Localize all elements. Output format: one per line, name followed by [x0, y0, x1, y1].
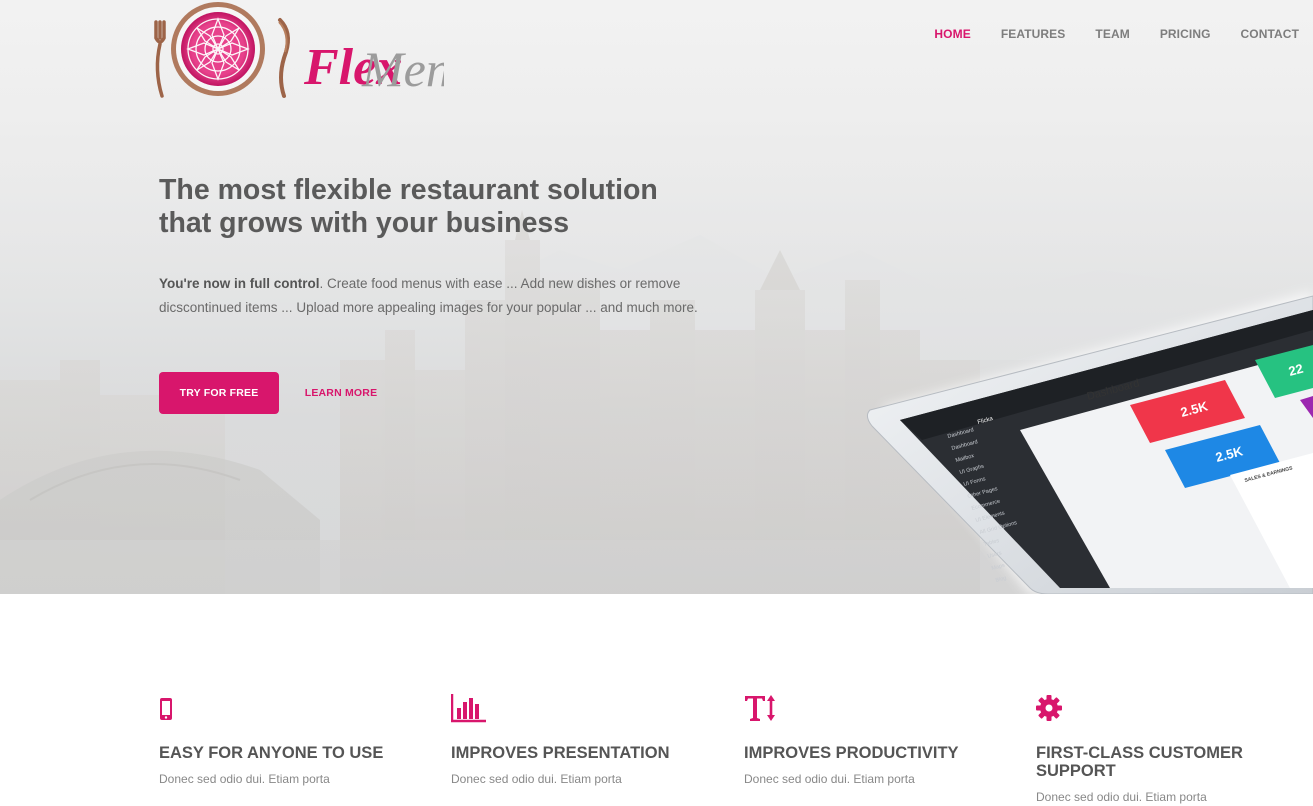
feature-title: IMPROVES PRODUCTIVITY — [744, 744, 959, 762]
nav-team[interactable]: TEAM — [1080, 26, 1144, 42]
feature-title: EASY FOR ANYONE TO USE — [159, 744, 384, 762]
svg-text:Blog: Blog — [995, 575, 1007, 584]
nav-features[interactable]: FEATURES — [986, 26, 1081, 42]
mobile-phone-icon — [159, 690, 419, 724]
feature-text: Donec sed odio dui. Etiam porta — [451, 772, 622, 786]
hero-lead-bold: You're now in full control — [159, 276, 320, 291]
hero-headline-line1: The most flexible restaurant solution — [159, 174, 658, 206]
feature-easy-to-use: EASY FOR ANYONE TO USE Donec sed odio du… — [159, 690, 419, 788]
feature-title: FIRST-CLASS CUSTOMER SUPPORT — [1036, 744, 1243, 780]
feature-text: Donec sed odio dui. Etiam porta — [1036, 790, 1207, 804]
nav-contact[interactable]: CONTACT — [1226, 26, 1299, 42]
logo-wordmark-menu: Menu — [361, 41, 444, 97]
hero-lead-paragraph: You're now in full control. Create food … — [159, 272, 699, 320]
hero-headline-line2: that grows with your business — [159, 207, 570, 239]
flex-menu-logo[interactable]: Flex Menu — [144, 0, 476, 100]
nav-home[interactable]: HOME — [919, 26, 985, 42]
svg-text:Users: Users — [987, 550, 1003, 560]
text-height-icon — [744, 690, 1004, 724]
feature-customer-support: FIRST-CLASS CUSTOMER SUPPORT Donec sed o… — [1036, 690, 1266, 806]
logo-image: Flex Menu — [154, 2, 476, 98]
feature-improves-productivity: IMPROVES PRODUCTIVITY Donec sed odio dui… — [744, 690, 1004, 788]
main-navigation: HOME FEATURES TEAM PRICING CONTACT — [919, 26, 1299, 42]
bar-chart-icon — [450, 690, 711, 724]
feature-text: Donec sed odio dui. Etiam porta — [744, 772, 915, 786]
hero-headline: The most flexible restaurant solution th… — [159, 174, 719, 240]
try-for-free-button[interactable]: TRY FOR FREE — [159, 372, 279, 414]
nav-pricing[interactable]: PRICING — [1145, 26, 1226, 42]
tablet-dashboard-mockup: 2.5K 2.5K 22 SALES & EARNINGS Dashboard … — [866, 292, 1313, 594]
feature-improves-presentation: IMPROVES PRESENTATION Donec sed odio dui… — [450, 690, 711, 788]
feature-title: IMPROVES PRESENTATION — [451, 744, 670, 762]
svg-text:Maps: Maps — [991, 563, 1006, 572]
learn-more-link[interactable]: LEARN MORE — [296, 372, 386, 414]
gear-icon — [1036, 690, 1266, 724]
hero-section: Flex Menu HOME FEATURES TEAM PRICING CON… — [0, 0, 1313, 594]
feature-text: Donec sed odio dui. Etiam porta — [159, 772, 330, 786]
